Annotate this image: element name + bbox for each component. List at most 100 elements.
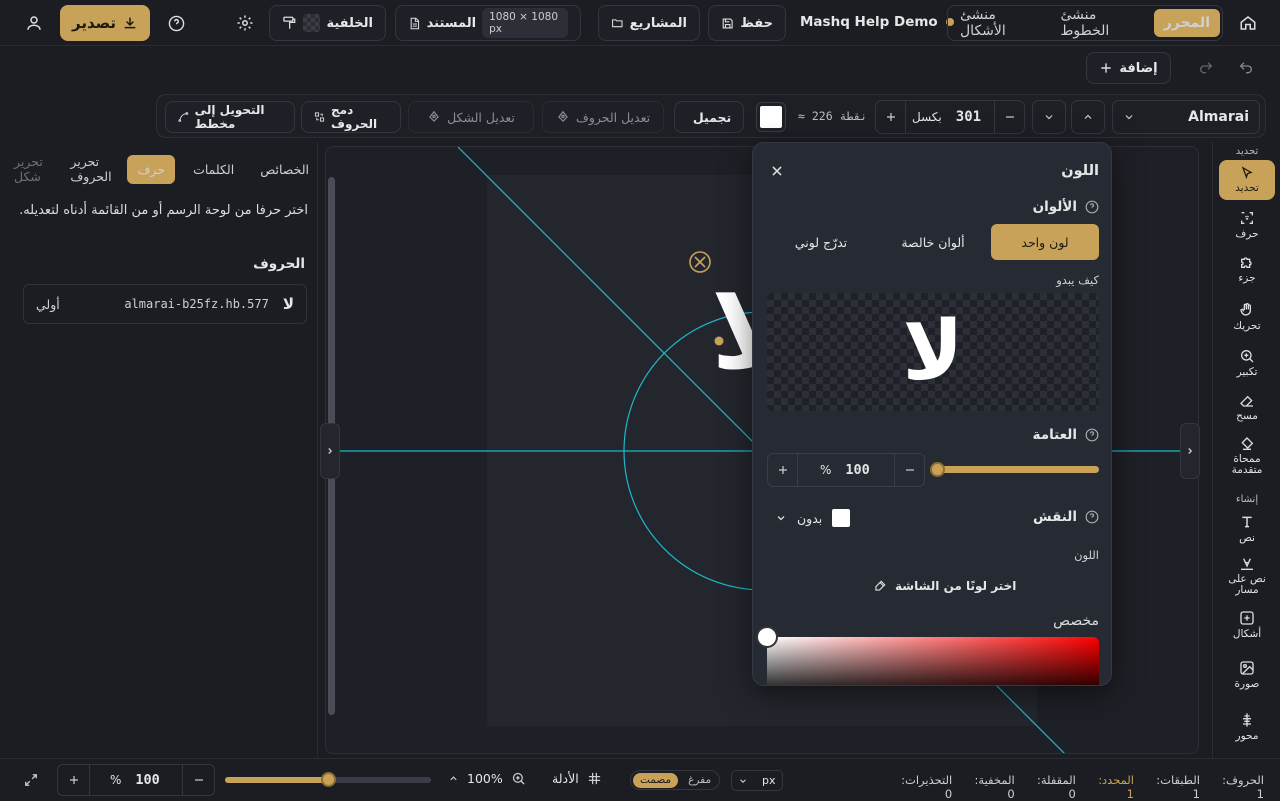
edit-letters-button[interactable]: تعديل الحروف — [542, 101, 664, 133]
tab-words[interactable]: الكلمات — [185, 156, 242, 183]
add-button[interactable]: إضافة — [1086, 52, 1171, 84]
pen-nib-icon — [429, 110, 439, 122]
help-icon[interactable] — [162, 9, 190, 37]
background-label: الخلفية — [326, 15, 373, 31]
increase-size-button[interactable] — [876, 101, 906, 133]
opacity-increase-button[interactable] — [768, 454, 798, 486]
letter-list-item[interactable]: أولي almarai-b25fz.hb.577 لا — [23, 284, 307, 324]
saturation-picker-handle[interactable] — [756, 626, 778, 648]
export-label: تصدير — [72, 14, 117, 32]
tab-font-builder[interactable]: منشئ الخطوط — [1050, 1, 1151, 45]
tab-shape-edit[interactable]: تحرير شكل — [6, 148, 58, 190]
mode-filled[interactable]: مفرغ — [682, 773, 717, 788]
tool-part[interactable]: جزء — [1219, 254, 1275, 284]
chevron-up-icon[interactable] — [1071, 100, 1105, 134]
tool-text[interactable]: نص — [1219, 514, 1275, 544]
zoom-value[interactable]: 100 — [135, 772, 159, 788]
stroke-swatch[interactable] — [832, 509, 851, 527]
zoom-slider[interactable] — [225, 772, 431, 787]
tool-rail: تحديد تحديد حرف جزء تحريك تكبير مسح ممحا… — [1212, 142, 1280, 758]
undo-icon[interactable] — [1232, 54, 1260, 82]
letter-id: almarai-b25fz.hb.577 — [124, 297, 269, 311]
guides-toggle[interactable]: الأدلة — [552, 771, 602, 786]
document-button[interactable]: المستند 1080 × 1080 px — [395, 5, 581, 41]
tool-letter[interactable]: حرف — [1219, 210, 1275, 240]
tab-shape-builder[interactable]: منشئ الأشكال — [950, 1, 1048, 45]
fill-color-swatch[interactable] — [756, 102, 786, 132]
opacity-decrease-button[interactable] — [894, 454, 924, 486]
tool-advanced-eraser[interactable]: ممحاة متقدمة — [1219, 436, 1275, 476]
curve-icon — [178, 112, 189, 122]
decrease-size-button[interactable] — [994, 101, 1024, 133]
fullscreen-icon[interactable] — [17, 766, 45, 794]
home-icon[interactable] — [1234, 9, 1262, 37]
tool-text-on-path[interactable]: نص على مسار — [1219, 556, 1275, 596]
collapse-left-panel-button[interactable] — [320, 423, 340, 479]
text-icon — [1242, 516, 1252, 528]
tab-editor[interactable]: المحرر — [1153, 9, 1220, 37]
mode-solid[interactable]: مصمت — [633, 772, 679, 788]
chevron-down-icon — [1125, 115, 1133, 120]
zoom-in-button[interactable] — [58, 765, 90, 795]
redo-icon[interactable] — [1192, 54, 1220, 82]
close-icon[interactable] — [763, 157, 791, 185]
beautify-button[interactable]: تجميل — [674, 101, 744, 133]
help-icon[interactable] — [1085, 200, 1099, 214]
saturation-picker[interactable] — [767, 637, 1099, 685]
gear-icon[interactable] — [231, 9, 259, 37]
size-value[interactable]: 301 — [956, 109, 981, 125]
projects-button[interactable]: المشاريع — [598, 5, 700, 41]
color-panel: اللون الألوان تدرّج لوني ألوان خالصة لون… — [752, 142, 1112, 686]
collapse-right-panel-button[interactable] — [1180, 423, 1200, 479]
stat-locked: المقفلة: 0 — [1036, 773, 1076, 801]
document-icon — [410, 17, 420, 29]
tool-text-on-path-label: نص على مسار — [1228, 573, 1266, 596]
opacity-slider-thumb[interactable] — [930, 462, 945, 477]
tool-letter-label: حرف — [1235, 228, 1259, 240]
points-readout: ≈ 226 نقطة — [798, 109, 868, 123]
tab-solid-colors[interactable]: ألوان خالصة — [879, 224, 987, 260]
create-group-label: إنشاء — [1235, 494, 1259, 505]
help-icon[interactable] — [1085, 510, 1099, 524]
unit-select[interactable]: px — [731, 770, 783, 791]
save-button[interactable]: حفظ — [708, 5, 786, 41]
color-panel-title: اللون — [1061, 163, 1099, 179]
stroke-select[interactable]: بدون — [775, 509, 851, 527]
font-select[interactable]: Almarai — [1112, 100, 1260, 134]
eyedropper-button[interactable]: اختر لونًا من الشاشة — [873, 579, 1016, 593]
tab-letter[interactable]: حرف — [127, 154, 176, 184]
tool-move[interactable]: تحريك — [1219, 302, 1275, 332]
zoom-in-icon[interactable] — [511, 771, 526, 786]
stat-letters: الحروف: 1 — [1222, 773, 1264, 801]
chevron-down-icon[interactable] — [1032, 100, 1066, 134]
opacity-slider[interactable] — [930, 462, 1099, 477]
tool-select[interactable]: تحديد — [1219, 160, 1275, 200]
background-button[interactable]: الخلفية — [269, 5, 386, 41]
opacity-value[interactable]: 100 — [845, 462, 869, 478]
tool-shapes[interactable]: أشكال — [1219, 610, 1275, 640]
help-icon[interactable] — [1085, 428, 1099, 442]
tool-image[interactable]: صورة — [1219, 660, 1275, 690]
edit-shape-button[interactable]: تعديل الشكل — [408, 101, 534, 133]
tab-gradient[interactable]: تدرّج لوني — [767, 224, 875, 260]
tab-single-color[interactable]: لون واحد — [991, 224, 1099, 260]
merge-letters-button[interactable]: دمج الحروف — [301, 101, 401, 133]
tool-erase[interactable]: مسح — [1219, 392, 1275, 422]
tab-letter-edit[interactable]: تحرير الحروف — [62, 148, 123, 190]
zoom-out-button[interactable] — [182, 765, 214, 795]
zoom-slider-thumb[interactable] — [321, 772, 336, 787]
unit-value: px — [762, 774, 776, 787]
tab-properties[interactable]: الخصائص — [252, 156, 317, 183]
user-icon[interactable] — [20, 9, 48, 37]
hand-icon — [1240, 303, 1251, 316]
export-button[interactable]: تصدير — [60, 5, 150, 41]
tool-zoom[interactable]: تكبير — [1219, 348, 1275, 378]
opacity-unit: % — [820, 463, 832, 477]
tool-axis[interactable]: محور — [1219, 712, 1275, 742]
tool-zoom-label: تكبير — [1236, 366, 1258, 378]
image-icon — [1240, 661, 1254, 675]
letter-hint: اختر حرفا من لوحة الرسم أو من القائمة أد… — [19, 203, 308, 218]
convert-outline-button[interactable]: التحويل إلى مخطط — [165, 101, 295, 133]
chevron-up-icon[interactable] — [448, 773, 459, 784]
zoom-slider-fill — [225, 777, 328, 783]
